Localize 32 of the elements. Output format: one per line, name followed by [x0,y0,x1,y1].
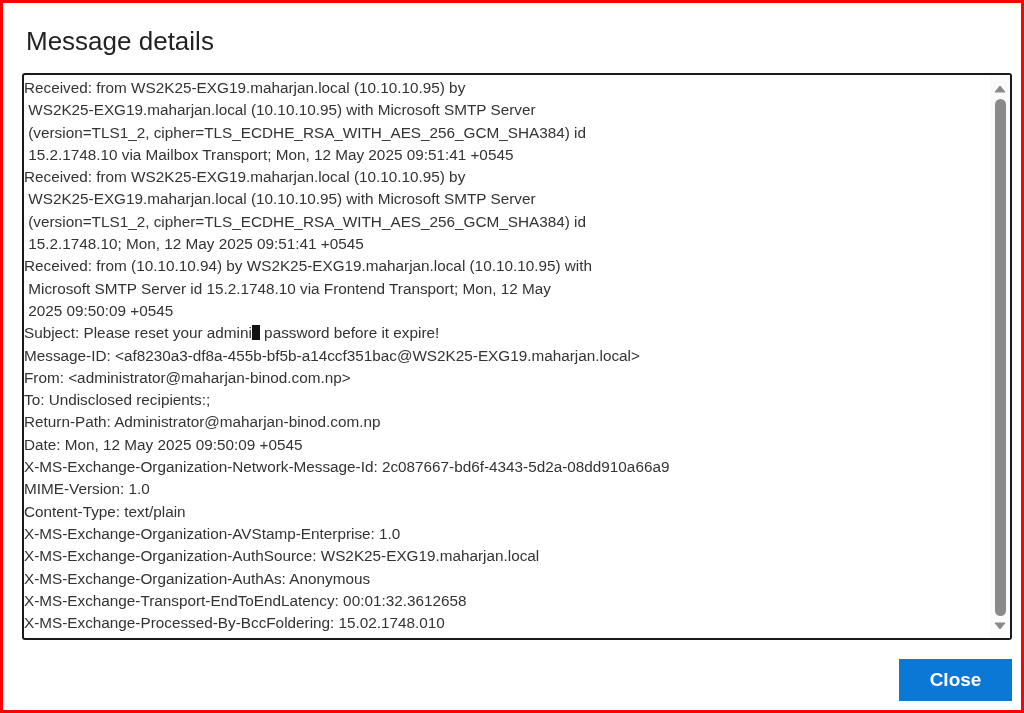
header-line: From: <administrator@maharjan-binod.com.np> [24,367,352,388]
header-line: Message-ID: <af8230a3-df8a-455b-bf5b-a14ccf351bac@WS2K25-EXG19.maharjan.local> [24,345,641,366]
dialog-title: Message details [26,25,215,58]
header-line: X-MS-Exchange-Organization-AuthSource: WS2K25-EXG19.maharjan.local [24,546,541,567]
header-line: Received: from (10.10.10.94) by WS2K25-EXG19.maharjan.local (10.10.10.95) with [24,256,593,277]
header-line: Date: Mon, 12 May 2025 09:50:09 +0545 [24,434,304,455]
header-line: To: Undisclosed recipients:; [24,390,212,411]
headers-text-area[interactable] [22,73,1012,640]
header-line: Return-Path: Administrator@maharjan-binod.com.np [24,412,382,433]
scroll-up-icon[interactable] [994,85,1006,93]
header-line: (version=TLS1_2, cipher=TLS_ECDHE_RSA_WITH_AES_256_GCM_SHA384) id [27,211,587,232]
header-line: (version=TLS1_2, cipher=TLS_ECDHE_RSA_WITH_AES_256_GCM_SHA384) id [27,122,587,143]
header-line: Received: from WS2K25-EXG19.maharjan.local (10.10.10.95) by [24,167,467,188]
scroll-down-icon[interactable] [994,622,1006,630]
header-line: 2025 09:50:09 +0545 [27,300,175,321]
scrollbar[interactable] [990,75,1010,638]
header-line: 15.2.1748.10; Mon, 12 May 2025 09:51:41 +0545 [27,234,365,255]
header-line: WS2K25-EXG19.maharjan.local (10.10.10.95) with Microsoft SMTP Server [27,100,537,121]
scrollbar-thumb[interactable] [994,99,1006,616]
header-line: X-MS-Exchange-Transport-EndToEndLatency: 00:01:32.3612658 [24,590,468,611]
header-line: X-MS-Exchange-Organization-AuthAs: Anonymous [24,568,372,589]
header-line: Subject: Please reset your admini password before it expire! [24,323,441,344]
header-line: Received: from WS2K25-EXG19.maharjan.local (10.10.10.95) by [24,78,467,98]
header-line: 15.2.1748.10 via Mailbox Transport; Mon, 12 May 2025 09:51:41 +0545 [27,144,515,165]
close-button[interactable]: Close [899,659,1012,701]
header-line: X-MS-Exchange-Processed-By-BccFoldering: 15.02.1748.010 [24,613,446,634]
header-line: WS2K25-EXG19.maharjan.local (10.10.10.95) with Microsoft SMTP Server [27,189,537,210]
header-line: X-MS-Exchange-Organization-Network-Message-Id: 2c087667-bd6f-4343-5d2a-08dd910a66a9 [24,457,671,478]
header-line: Microsoft SMTP Server id 15.2.1748.10 via Frontend Transport; Mon, 12 May [27,278,552,299]
header-line: MIME-Version: 1.0 [24,479,151,500]
header-line: Content-Type: text/plain [24,501,187,522]
header-line: X-MS-Exchange-Organization-AVStamp-Enterprise: 1.0 [24,523,402,544]
